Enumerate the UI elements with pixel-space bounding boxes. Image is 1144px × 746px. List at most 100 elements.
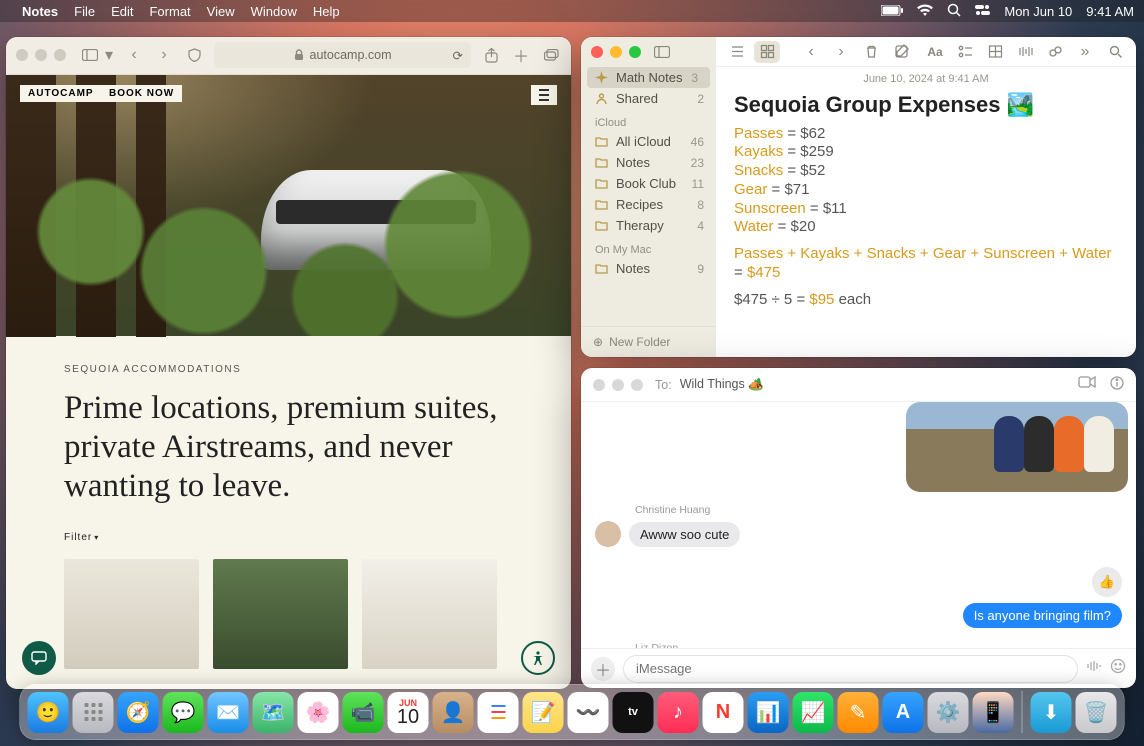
reaction-thumbs-up[interactable]: 👍 <box>1092 567 1122 597</box>
facetime-icon[interactable] <box>1078 376 1096 393</box>
spotlight-icon[interactable] <box>947 3 961 20</box>
avatar[interactable] <box>595 521 621 547</box>
dock-freeform[interactable]: 〰️ <box>568 692 609 733</box>
sidebar-item-shared[interactable]: Shared 2 <box>581 88 716 109</box>
back-icon[interactable]: ‹ <box>124 45 144 65</box>
forward-icon[interactable]: › <box>828 41 854 63</box>
wifi-icon[interactable] <box>917 4 933 19</box>
hamburger-menu[interactable] <box>531 85 557 105</box>
message-bubble[interactable]: Is anyone bringing film? <box>963 603 1122 628</box>
back-icon[interactable]: ‹ <box>798 41 824 63</box>
notes-traffic-lights[interactable] <box>591 46 641 58</box>
reload-icon[interactable]: ⟳ <box>453 48 463 63</box>
dock-messages[interactable]: 💬 <box>163 692 204 733</box>
dock-downloads[interactable]: ⬇︎ <box>1031 692 1072 733</box>
dock-pages[interactable]: ✎ <box>838 692 879 733</box>
menu-edit[interactable]: Edit <box>111 4 133 19</box>
menubar-date[interactable]: Mon Jun 10 <box>1004 4 1072 19</box>
dock-keynote[interactable]: 📊 <box>748 692 789 733</box>
sidebar-item-notes[interactable]: Notes23 <box>581 152 716 173</box>
attach-button[interactable]: ＋ <box>591 657 615 681</box>
chat-widget[interactable] <box>22 641 56 675</box>
sparkle-icon <box>595 71 608 84</box>
menu-window[interactable]: Window <box>251 4 297 19</box>
chevron-down-icon[interactable]: ▾ <box>104 45 114 65</box>
dock-numbers[interactable]: 📈 <box>793 692 834 733</box>
notes-editor: ‹ › Aa » June 10, 2024 at 9:41 AM Sequoi… <box>716 37 1136 357</box>
menu-format[interactable]: Format <box>149 4 190 19</box>
more-icon[interactable]: » <box>1072 41 1098 63</box>
sidebar-item-local-notes[interactable]: Notes9 <box>581 258 716 279</box>
menu-help[interactable]: Help <box>313 4 340 19</box>
dock-music[interactable]: ♪ <box>658 692 699 733</box>
sidebar-item-recipes[interactable]: Recipes8 <box>581 194 716 215</box>
dock-contacts[interactable]: 👤 <box>433 692 474 733</box>
control-center-icon[interactable] <box>975 3 990 19</box>
new-note-icon[interactable] <box>888 41 914 63</box>
format-icon[interactable]: Aa <box>922 41 948 63</box>
trash-icon[interactable] <box>858 41 884 63</box>
dock-finder[interactable]: 🙂 <box>28 692 69 733</box>
sidebar-toggle-icon[interactable] <box>652 42 672 62</box>
dock-appstore[interactable]: A <box>883 692 924 733</box>
site-logo[interactable]: AUTOCAMP <box>20 85 102 102</box>
menu-view[interactable]: View <box>207 4 235 19</box>
checklist-icon[interactable] <box>952 41 978 63</box>
imessage-input[interactable] <box>623 655 1078 683</box>
dock-news[interactable]: N <box>703 692 744 733</box>
table-icon[interactable] <box>982 41 1008 63</box>
note-content[interactable]: Sequoia Group Expenses 🏞️ Passes = $62 K… <box>716 87 1136 311</box>
info-icon[interactable] <box>1110 376 1124 393</box>
sidebar-item-all-icloud[interactable]: All iCloud46 <box>581 131 716 152</box>
search-icon[interactable] <box>1102 41 1128 63</box>
dock-trash[interactable]: 🗑️ <box>1076 692 1117 733</box>
accessibility-button[interactable] <box>521 641 555 675</box>
dock-launchpad[interactable] <box>73 692 114 733</box>
dock-facetime[interactable]: 📹 <box>343 692 384 733</box>
dock-photos[interactable]: 🌸 <box>298 692 339 733</box>
battery-icon[interactable] <box>881 4 903 19</box>
dock-settings[interactable]: ⚙️ <box>928 692 969 733</box>
dock-notes[interactable]: 📝 <box>523 692 564 733</box>
accommodation-thumbs <box>64 559 513 669</box>
thumb-2[interactable] <box>213 559 348 669</box>
link-icon[interactable] <box>1042 41 1068 63</box>
media-icon[interactable] <box>1012 41 1038 63</box>
menubar-app[interactable]: Notes <box>22 4 58 19</box>
dock-tv[interactable]: tv <box>613 692 654 733</box>
safari-address-bar[interactable]: autocamp.com ⟳ <box>214 42 471 68</box>
messages-thread[interactable]: Christine Huang Awww soo cute 👍 Is anyon… <box>581 402 1136 648</box>
shield-icon[interactable] <box>184 45 204 65</box>
menubar-time[interactable]: 9:41 AM <box>1086 4 1134 19</box>
dock-safari[interactable]: 🧭 <box>118 692 159 733</box>
sidebar-item-book-club[interactable]: Book Club11 <box>581 173 716 194</box>
sidebar-item-math-notes[interactable]: Math Notes 3 <box>587 67 710 88</box>
message-bubble[interactable]: Awww soo cute <box>629 522 740 547</box>
book-now-button[interactable]: BOOK NOW <box>101 85 182 102</box>
filter-dropdown[interactable]: Filter <box>64 532 513 543</box>
tabs-icon[interactable] <box>541 45 561 65</box>
audio-message-icon[interactable] <box>1086 659 1102 678</box>
conversation-name[interactable]: Wild Things 🏕️ <box>680 377 764 392</box>
forward-icon[interactable]: › <box>154 45 174 65</box>
thumb-3[interactable] <box>362 559 497 669</box>
photo-attachment[interactable] <box>906 402 1128 492</box>
grid-view-icon[interactable] <box>754 41 780 63</box>
new-tab-icon[interactable]: ＋ <box>511 45 531 65</box>
emoji-icon[interactable] <box>1110 658 1126 679</box>
sidebar-toggle-icon[interactable] <box>80 45 100 65</box>
dock-reminders[interactable] <box>478 692 519 733</box>
dock-iphone-mirroring[interactable]: 📱 <box>973 692 1014 733</box>
dock-calendar[interactable]: JUN 10 <box>388 692 429 733</box>
share-icon[interactable] <box>481 45 501 65</box>
menu-file[interactable]: File <box>74 4 95 19</box>
safari-traffic-lights[interactable] <box>16 49 66 61</box>
thumb-1[interactable] <box>64 559 199 669</box>
messages-traffic-lights[interactable] <box>593 379 643 391</box>
list-view-icon[interactable] <box>724 41 750 63</box>
sidebar-item-therapy[interactable]: Therapy4 <box>581 215 716 236</box>
new-folder-button[interactable]: ⊕ New Folder <box>581 326 716 357</box>
sidebar-item-label: Shared <box>616 91 658 106</box>
dock-mail[interactable]: ✉️ <box>208 692 249 733</box>
dock-maps[interactable]: 🗺️ <box>253 692 294 733</box>
